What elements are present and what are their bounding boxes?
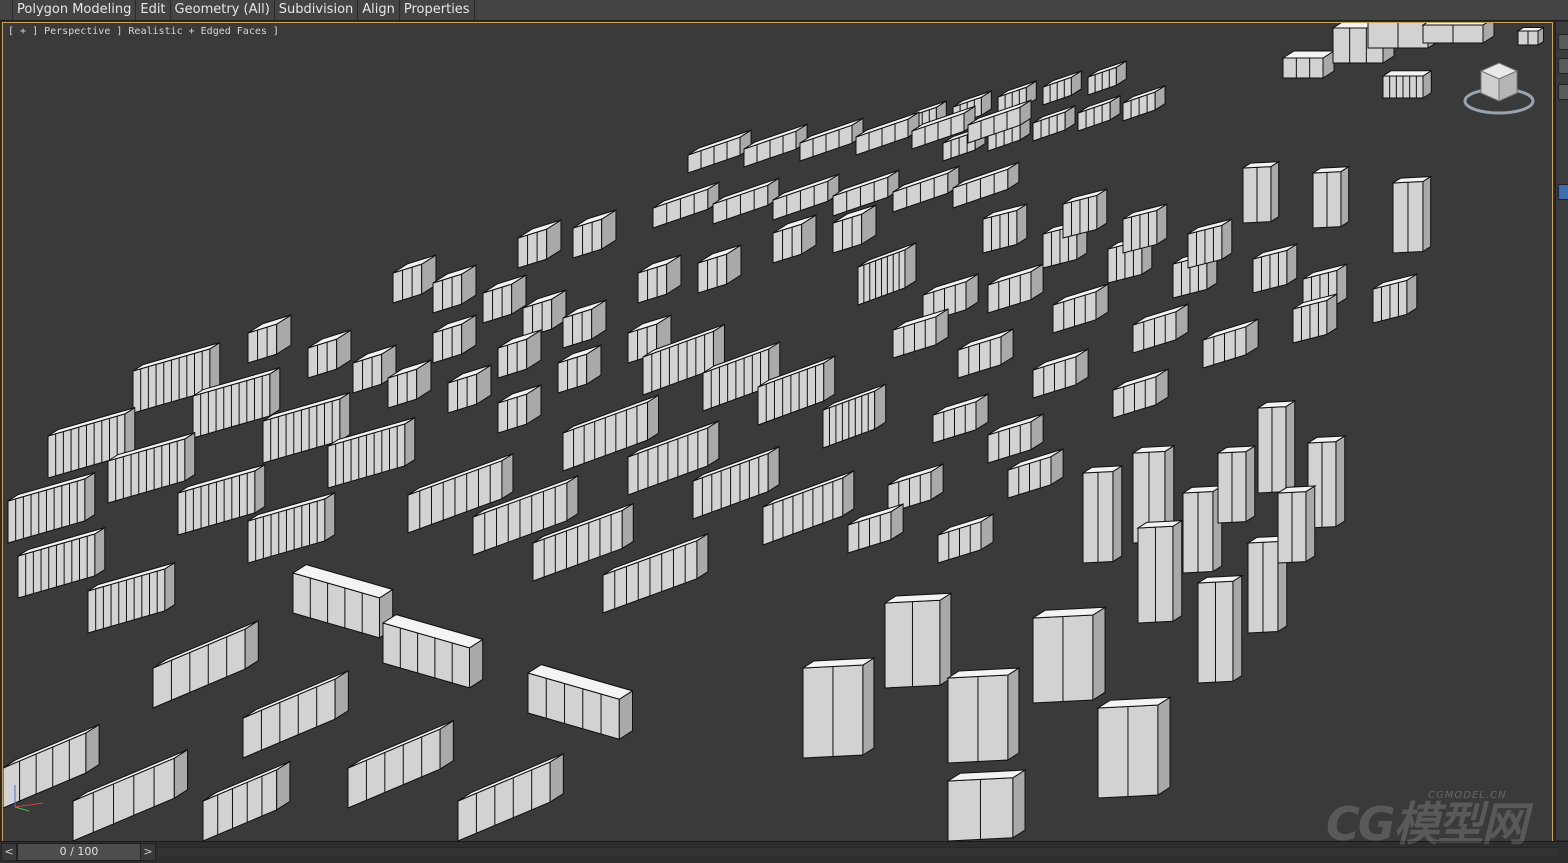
building-face[interactable] (339, 391, 351, 442)
building-face[interactable] (647, 394, 660, 442)
building-face[interactable] (862, 657, 875, 756)
tab-align[interactable]: Align (358, 0, 400, 20)
building-face[interactable] (1092, 606, 1106, 701)
building-face[interactable] (566, 474, 579, 522)
viewport-label[interactable]: [ + ] Perspective ] Realistic + Edged Fa… (8, 26, 279, 37)
building-face[interactable] (1245, 445, 1256, 523)
building-face[interactable] (152, 628, 246, 709)
building-face[interactable] (269, 366, 281, 417)
building-face[interactable] (184, 431, 196, 482)
panel-slot[interactable] (1558, 34, 1568, 50)
building-face[interactable] (842, 469, 855, 517)
building-face[interactable] (1282, 57, 1324, 79)
building-face[interactable] (1007, 667, 1020, 761)
building-face[interactable] (324, 491, 336, 542)
building-face[interactable] (1270, 160, 1280, 223)
building-face[interactable] (904, 241, 917, 289)
building-face[interactable] (94, 526, 106, 577)
building-face[interactable] (1157, 696, 1171, 796)
building-face[interactable] (1421, 23, 1494, 26)
building-face[interactable] (254, 463, 266, 514)
building-face[interactable] (767, 445, 780, 493)
building-face[interactable] (202, 769, 278, 841)
building-face[interactable] (84, 471, 96, 522)
building-face[interactable] (1286, 243, 1298, 286)
tab-geometry-all[interactable]: Geometry (All) (171, 0, 275, 20)
tab-edit[interactable]: Edit (136, 0, 171, 20)
building-face[interactable] (1326, 293, 1338, 336)
building-face[interactable] (1305, 485, 1316, 563)
building-face[interactable] (823, 355, 836, 402)
building-face[interactable] (1516, 27, 1546, 32)
next-frame-button[interactable]: > (140, 843, 156, 861)
viewcube-icon[interactable] (1461, 59, 1537, 119)
building-face[interactable] (1482, 23, 1495, 44)
building-face[interactable] (1156, 203, 1168, 246)
tab-properties[interactable]: Properties (400, 0, 475, 20)
building-face[interactable] (1172, 519, 1183, 623)
building-face[interactable] (1340, 165, 1350, 228)
building-face[interactable] (1335, 435, 1346, 528)
building-face[interactable] (242, 678, 336, 759)
building-face[interactable] (209, 341, 221, 392)
scene-geometry[interactable] (3, 23, 1552, 841)
time-slider[interactable]: 0 / 100 (17, 843, 141, 861)
building-face[interactable] (707, 419, 720, 467)
ribbon-tab-bar: Polygon Modeling Edit Geometry (All) Sub… (0, 0, 1568, 21)
building-face[interactable] (501, 452, 514, 500)
previous-frame-button[interactable]: < (1, 843, 17, 861)
watermark-domain: CGMODEL.CN (1428, 790, 1507, 801)
panel-slot-active[interactable] (1558, 184, 1568, 200)
panel-slot[interactable] (1558, 58, 1568, 74)
command-panel-strip (1555, 22, 1568, 840)
axis-gizmo-icon (14, 785, 44, 812)
building-face[interactable] (457, 761, 551, 841)
building-face[interactable] (1336, 263, 1348, 306)
building-face[interactable] (124, 406, 136, 457)
building-face[interactable] (1016, 203, 1028, 246)
watermark: CG模型网 CGMODEL.CN (1326, 786, 1556, 851)
building-face[interactable] (1012, 769, 1026, 839)
building-face[interactable] (939, 592, 952, 687)
building-face[interactable] (404, 416, 416, 467)
building-face[interactable] (164, 561, 176, 612)
building-face[interactable] (874, 383, 887, 431)
building-face[interactable] (621, 502, 634, 550)
tab-subdivision[interactable]: Subdivision (275, 0, 359, 20)
building-face[interactable] (1112, 464, 1123, 563)
building-face[interactable] (1406, 273, 1418, 316)
building-face[interactable] (1285, 400, 1296, 493)
building-face[interactable] (1096, 188, 1108, 231)
tab-polygon-modeling[interactable]: Polygon Modeling (12, 0, 137, 20)
building-face[interactable] (1232, 574, 1243, 683)
building-face[interactable] (1381, 70, 1433, 77)
building-face[interactable] (1221, 218, 1233, 261)
panel-slot[interactable] (1558, 84, 1568, 100)
building-face[interactable] (347, 728, 441, 809)
perspective-viewport[interactable]: [ + ] Perspective ] Realistic + Edged Fa… (2, 22, 1553, 842)
building-face[interactable] (1422, 175, 1432, 253)
building-face[interactable] (696, 532, 709, 580)
